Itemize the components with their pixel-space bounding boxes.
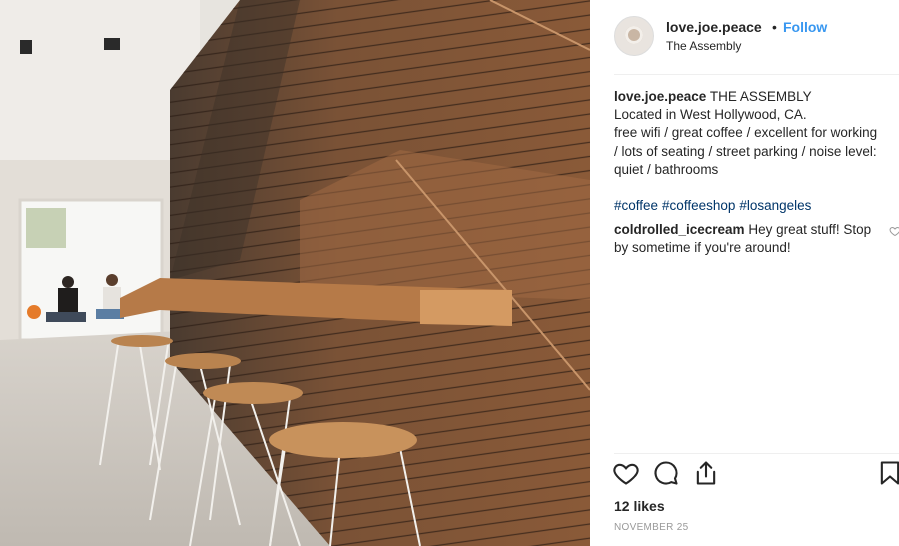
actions-divider — [614, 453, 899, 454]
comment-icon[interactable] — [652, 459, 680, 487]
location-link[interactable]: The Assembly — [666, 39, 741, 53]
post-side-panel: love.joe.peace • Follow The Assembly lov… — [600, 0, 899, 546]
caption-line-3: free wifi / great coffee / excellent for… — [614, 125, 878, 141]
comment: coldrolled_icecream Hey great stuff! Sto… — [614, 221, 899, 257]
post-actions — [612, 459, 899, 491]
caption-line-4: / lots of seating / street parking / noi… — [614, 143, 877, 159]
comment-line-2: by sometime if you're around! — [614, 240, 791, 256]
comment-like-heart-icon[interactable] — [889, 225, 899, 237]
like-heart-icon[interactable] — [612, 459, 640, 487]
post-date[interactable]: NOVEMBER 25 — [614, 522, 688, 533]
comment-line-1: coldrolled_icecream Hey great stuff! Sto… — [614, 221, 899, 239]
latte-art-avatar-image — [625, 26, 643, 44]
caption-line-2: Located in West Hollywood, CA. — [614, 107, 807, 123]
post-photo[interactable] — [0, 0, 590, 546]
caption-line-5: quiet / bathrooms — [614, 161, 719, 177]
caption-username[interactable]: love.joe.peace — [614, 89, 706, 104]
header-divider — [614, 74, 899, 75]
caption: love.joe.peace THE ASSEMBLY Located in W… — [614, 88, 899, 258]
coffee-shop-photo — [0, 0, 590, 546]
hashtag-coffee[interactable]: #coffee — [614, 198, 658, 213]
avatar[interactable] — [614, 16, 654, 56]
header-username[interactable]: love.joe.peace — [666, 19, 762, 35]
header-dot-separator: • — [772, 19, 777, 35]
follow-button[interactable]: Follow — [783, 19, 827, 35]
likes-count[interactable]: 12 likes — [614, 498, 665, 514]
hashtags: #coffee #coffeeshop #losangeles — [614, 197, 899, 215]
comment-text-0: Hey great stuff! Stop — [748, 222, 872, 238]
bookmark-icon[interactable] — [876, 459, 899, 487]
post-header: love.joe.peace • Follow The Assembly — [614, 16, 899, 60]
caption-line-1: love.joe.peace THE ASSEMBLY — [614, 88, 899, 106]
caption-text-0: THE ASSEMBLY — [709, 89, 812, 104]
share-icon[interactable] — [692, 459, 720, 487]
hashtag-losangeles[interactable]: #losangeles — [739, 198, 811, 213]
hashtag-coffeeshop[interactable]: #coffeeshop — [662, 198, 735, 213]
comment-username[interactable]: coldrolled_icecream — [614, 222, 745, 237]
